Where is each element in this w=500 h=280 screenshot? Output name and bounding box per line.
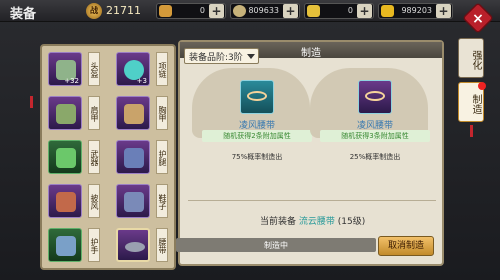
slot-label: 鞋子: [156, 184, 168, 218]
result-item[interactable]: [240, 80, 274, 114]
slot-label: 胸甲: [156, 96, 168, 130]
slot-label: 护手: [88, 228, 100, 262]
result-item[interactable]: [358, 80, 392, 114]
currency-value: 809633: [248, 6, 279, 15]
currency-value: 0: [199, 6, 205, 15]
gauntlet-icon: [56, 236, 76, 256]
gold-bar-icon: [381, 5, 394, 17]
tassel-decoration: [470, 125, 473, 137]
currency-ingot: 0 +: [304, 3, 374, 19]
grade-label: 装备品阶:3阶: [189, 53, 243, 63]
currency-gold: 989203 +: [378, 3, 453, 19]
add-currency-button[interactable]: +: [436, 4, 451, 18]
slot-boots[interactable]: [116, 184, 150, 218]
slot-weapon[interactable]: [48, 140, 82, 174]
slot-label: 武器: [88, 140, 100, 174]
combat-power-value: 21711: [106, 4, 141, 17]
chest-armor-icon: [124, 104, 144, 124]
slot-label: 披风: [88, 184, 100, 218]
belt-icon: [365, 91, 385, 101]
result-attr: 随机获得2条附加属性: [202, 130, 312, 142]
current-equipment: 当前装备 流云腰带 (15级): [260, 214, 365, 227]
divider: [188, 200, 436, 201]
slot-shoulder[interactable]: [48, 96, 82, 130]
page-title: 装备: [10, 7, 37, 22]
slot-belt[interactable]: [116, 228, 150, 262]
add-currency-button[interactable]: +: [209, 4, 224, 18]
current-equipment-level: (15级): [337, 217, 366, 227]
slot-label: 腰带: [156, 228, 168, 262]
current-label: 当前装备: [260, 217, 297, 227]
leg-guard-icon: [124, 148, 144, 168]
add-currency-button[interactable]: +: [283, 4, 298, 18]
result-rate: 25%概率制造出: [349, 153, 401, 161]
currency-silver: 809633 +: [230, 3, 300, 19]
silver-coin-icon: [233, 5, 246, 17]
top-bar: 装备 战 21711 0 + 809633 + 0 + 989203 +: [0, 0, 500, 22]
equipment-screen: 装备 战 21711 0 + 809633 + 0 + 989203 + × 强…: [0, 0, 500, 280]
slot-count: +32: [64, 77, 79, 85]
currency-value: 989203: [401, 6, 432, 15]
craft-panel: 制造 装备品阶:3阶 凌风腰带 随机获得2条附加属性 75%概率制造出 凌风腰带…: [176, 40, 444, 266]
belt-icon: [125, 242, 145, 252]
slot-chest[interactable]: [116, 96, 150, 130]
slot-necklace[interactable]: +3: [116, 52, 150, 86]
slot-helmet[interactable]: +32: [48, 52, 82, 86]
result-attr: 随机获得3条附加属性: [320, 130, 430, 142]
current-equipment-name: 流云腰带: [298, 217, 335, 227]
boots-icon: [124, 192, 144, 212]
progress-label: 制造中: [264, 241, 288, 250]
slot-label: 肩甲: [88, 96, 100, 130]
add-currency-button[interactable]: +: [357, 4, 372, 18]
cape-icon: [56, 192, 76, 212]
slot-cape[interactable]: [48, 184, 82, 218]
slot-label: 项链: [156, 52, 168, 86]
slot-label: 头盔: [88, 52, 100, 86]
tassel-decoration: [30, 96, 33, 108]
grade-dropdown[interactable]: 装备品阶:3阶: [184, 48, 259, 64]
star-coin-icon: [159, 5, 172, 17]
equipment-slot-panel: +32 头盔 +3 项链 肩甲 胸甲 武器 护腿 披风 鞋子 护手 腰带: [40, 44, 176, 270]
craft-result-card: 凌风腰带 随机获得2条附加属性 75%概率制造出: [192, 68, 312, 168]
cancel-craft-button[interactable]: 取消制造: [378, 236, 434, 256]
slot-leg-guard[interactable]: [116, 140, 150, 174]
crafting-progress-bar: 制造中: [176, 238, 376, 252]
shoulder-icon: [56, 104, 76, 124]
notification-dot: [478, 82, 486, 90]
currency-star: 0 +: [156, 3, 226, 19]
result-rate: 75%概率制造出: [231, 153, 283, 161]
slot-gauntlet[interactable]: [48, 228, 82, 262]
close-icon: ×: [472, 9, 484, 27]
slot-label: 护腿: [156, 140, 168, 174]
currency-value: 0: [347, 6, 353, 15]
combat-power-icon: 战: [86, 3, 102, 19]
craft-result-card: 凌风腰带 随机获得3条附加属性 25%概率制造出: [310, 68, 430, 168]
chevron-down-icon: [247, 54, 255, 59]
tab-enhance[interactable]: 强化: [458, 38, 484, 78]
weapon-icon: [56, 148, 76, 168]
slot-count: +3: [136, 77, 147, 85]
gold-ingot-icon: [307, 5, 320, 17]
belt-icon: [247, 91, 267, 101]
